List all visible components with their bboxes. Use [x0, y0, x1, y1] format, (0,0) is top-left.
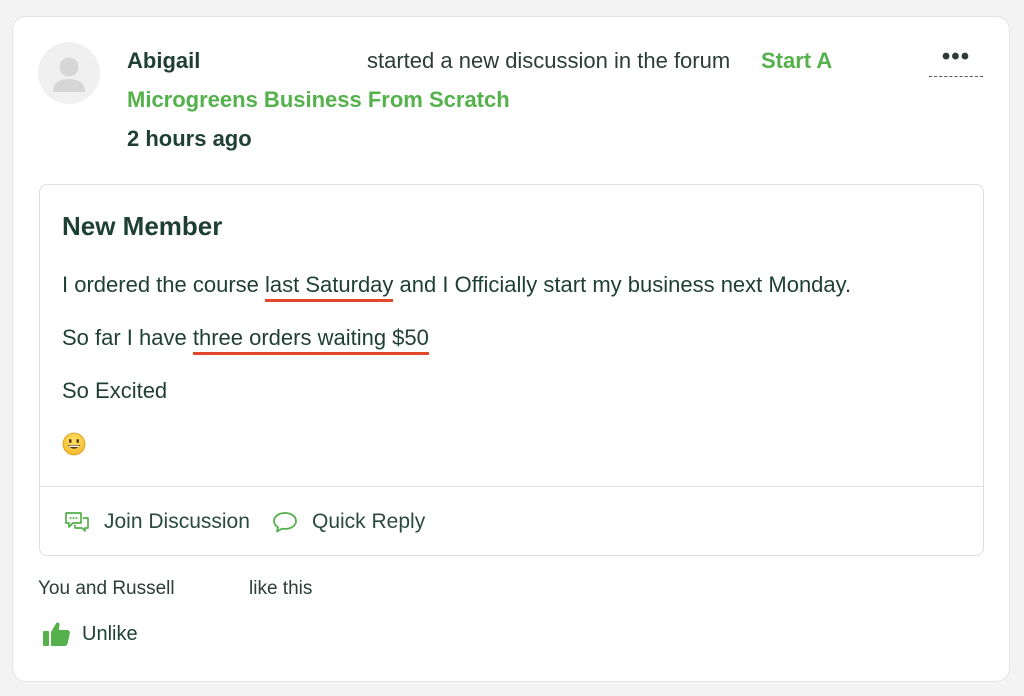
highlighted-text: three orders waiting $50 [192, 325, 429, 355]
likes-names[interactable]: You and Russell [38, 578, 175, 600]
paragraph-text: and I Officially start my business next … [393, 272, 852, 297]
more-options-button[interactable]: ••• [927, 44, 985, 92]
quick-reply-label: Quick Reply [312, 510, 426, 533]
quick-reply-button[interactable]: Quick Reply [272, 507, 425, 537]
avatar[interactable] [38, 42, 100, 104]
post-paragraph-1: I ordered the course last Saturday and I… [62, 270, 852, 302]
user-placeholder-icon [53, 57, 85, 92]
activity-action-text: started a new discussion in the forum [367, 48, 731, 73]
author-name[interactable]: Abigail [127, 46, 200, 76]
paragraph-text: I ordered the course [62, 272, 266, 297]
timestamp: 2 hours ago [127, 126, 252, 151]
likes-suffix: like this [249, 578, 313, 599]
dashed-underline [929, 76, 983, 77]
highlighted-text: last Saturday [265, 272, 394, 302]
chat-bubbles-icon [65, 512, 89, 532]
post-divider [40, 486, 983, 487]
join-discussion-button[interactable]: Join Discussion [64, 507, 250, 537]
forum-link-continued[interactable]: Microgreens Business From Scratch [127, 85, 510, 115]
more-horizontal-icon: ••• [941, 43, 971, 70]
post-paragraph-2: So far I have three orders waiting $50 [62, 323, 429, 355]
unlike-button[interactable]: Unlike [42, 620, 138, 648]
forum-link[interactable]: Start A [761, 46, 832, 76]
post-paragraph-3: So Excited [62, 378, 168, 403]
thumbs-up-icon [43, 622, 70, 646]
paragraph-text: So far I have [62, 325, 193, 350]
join-discussion-label: Join Discussion [104, 510, 250, 533]
post-title: New Member [62, 211, 223, 241]
discussion-post: New Member I ordered the course last Sat… [39, 184, 984, 556]
unlike-label: Unlike [82, 622, 138, 645]
grinning-face-emoji [62, 432, 86, 461]
speech-bubble-icon [273, 512, 297, 533]
